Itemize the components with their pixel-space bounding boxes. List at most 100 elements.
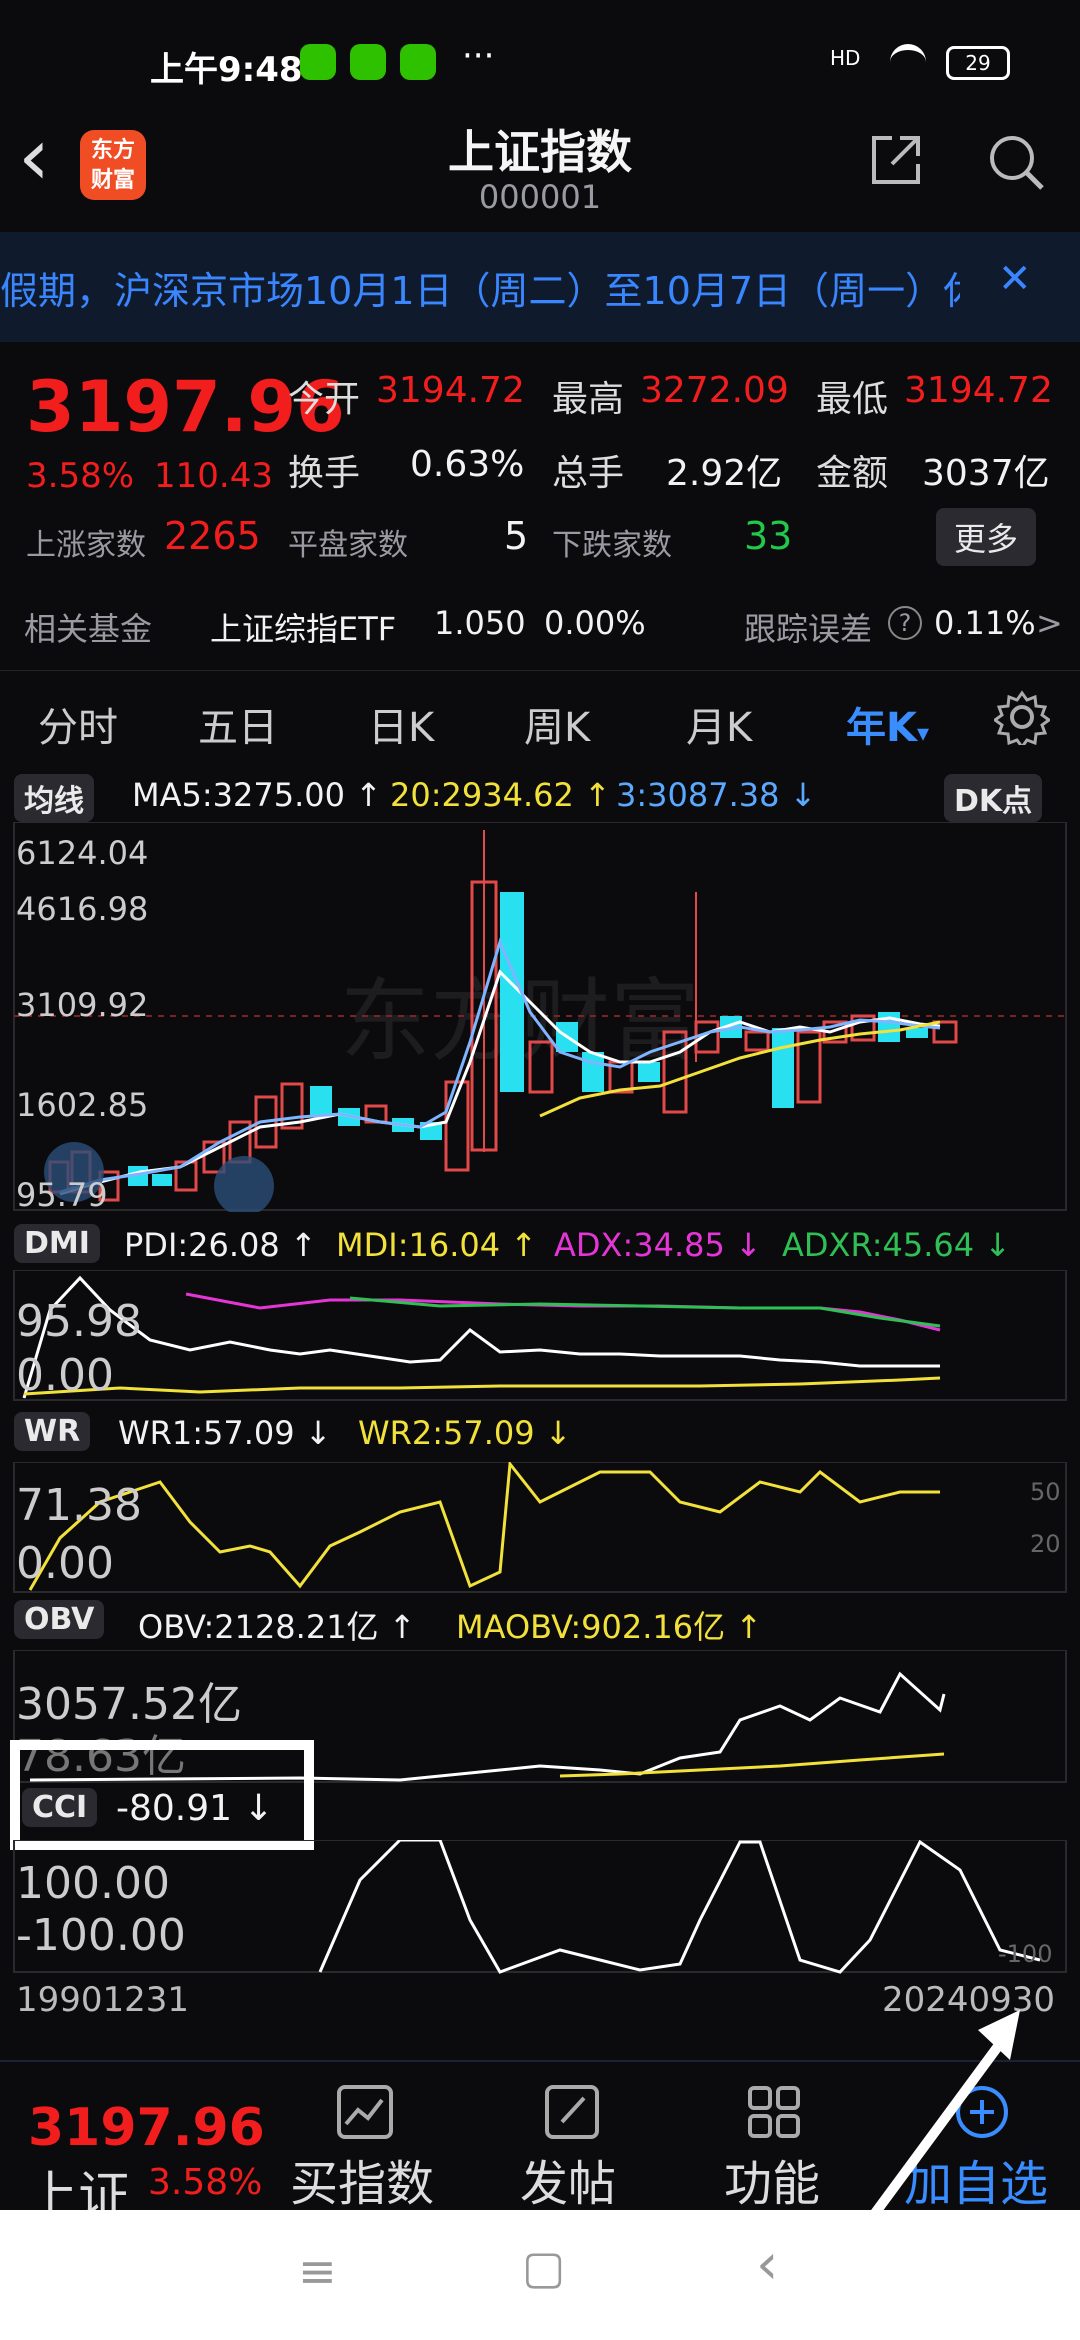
wechat-icon bbox=[400, 44, 436, 80]
dmi-y-low: 0.00 bbox=[16, 1350, 114, 1401]
cci-legend: CCI -80.91 ↓ bbox=[0, 1788, 600, 1838]
annotation-arrow bbox=[865, 2010, 1020, 2223]
pdi-text: PDI:26.08 bbox=[124, 1226, 280, 1264]
down-count: 33 bbox=[744, 514, 793, 558]
turnover-value: 0.63% bbox=[410, 444, 525, 485]
cci-selector[interactable]: CCI bbox=[22, 1788, 98, 1827]
y-label-5: 95.79 bbox=[16, 1176, 108, 1214]
menu-icon[interactable]: ≡ bbox=[298, 2244, 337, 2298]
obv-text: OBV:2128.21亿 bbox=[138, 1608, 379, 1646]
cci-ref: -100 bbox=[998, 1940, 1053, 1968]
up-arrow-icon: ↑ bbox=[584, 776, 611, 814]
amount-value: 3037亿 bbox=[922, 453, 1050, 494]
wr-ref-50: 50 bbox=[1030, 1478, 1061, 1506]
adxr-value: ADXR:45.64 ↓ bbox=[782, 1226, 1011, 1264]
up-arrow-icon: ↑ bbox=[510, 1226, 538, 1264]
ma20-text: 20:2934.62 bbox=[390, 776, 574, 814]
ma3-value: 3:3087.38 ↓ bbox=[616, 776, 816, 814]
up-arrow-icon: ↑ bbox=[355, 776, 382, 814]
wr-y-high: 71.38 bbox=[16, 1480, 142, 1531]
close-icon[interactable]: ✕ bbox=[998, 256, 1032, 302]
flat-count-label: 平盘家数 bbox=[288, 528, 408, 563]
dk-points-button[interactable]: DK点 bbox=[944, 774, 1043, 822]
period-tabs: 分时 五日 日K 周K 月K 年K▾ bbox=[0, 670, 1080, 765]
wr2-text: WR2:57.09 bbox=[358, 1414, 535, 1452]
ma3-text: 3:3087.38 bbox=[616, 776, 780, 814]
ma-selector[interactable]: 均线 bbox=[14, 774, 94, 822]
pdi-value: PDI:26.08 ↑ bbox=[124, 1226, 317, 1264]
maobv-text: MAOBV:902.16亿 bbox=[456, 1608, 726, 1646]
status-time: 上午9:48 bbox=[150, 50, 303, 90]
tab-daily-k[interactable]: 日K bbox=[368, 695, 434, 753]
up-arrow-icon: ↑ bbox=[289, 1226, 317, 1264]
tab-five-day[interactable]: 五日 bbox=[198, 695, 278, 753]
tab-yearly-k[interactable]: 年K▾ bbox=[846, 695, 929, 753]
home-icon[interactable]: ▢ bbox=[522, 2240, 565, 2294]
y-label-4: 1602.85 bbox=[16, 1086, 149, 1124]
ma20-value: 20:2934.62 ↑ bbox=[390, 776, 611, 814]
bottom-price: 3197.96 bbox=[28, 2098, 265, 2158]
x-axis-start: 19901231 bbox=[16, 1980, 190, 2020]
buy-index-button[interactable]: 买指数 bbox=[290, 2144, 434, 2214]
cci-chart[interactable]: 100.00 -100.00 -100 bbox=[0, 1840, 1080, 1974]
open-label: 今开 bbox=[288, 379, 361, 420]
up-count-label: 上涨家数 bbox=[26, 528, 146, 563]
kline-chart[interactable]: 东方财富 bbox=[0, 822, 1080, 1214]
notice-text: 假期，沪深京市场10月1日（周二）至10月7日（周一）休 bbox=[0, 269, 960, 313]
flat-count: 5 bbox=[504, 514, 529, 558]
amount-label: 金额 bbox=[816, 453, 889, 494]
turnover-label: 换手 bbox=[288, 453, 361, 494]
down-arrow-icon: ↓ bbox=[544, 1414, 572, 1452]
change-percent: 3.58% bbox=[26, 456, 135, 496]
mdi-value: MDI:16.04 ↑ bbox=[336, 1226, 537, 1264]
down-arrow-icon: ↓ bbox=[304, 1414, 332, 1452]
volume-label: 总手 bbox=[552, 453, 625, 494]
functions-button[interactable]: 功能 bbox=[724, 2144, 820, 2214]
share-icon[interactable] bbox=[866, 130, 926, 190]
low-value: 3194.72 bbox=[904, 370, 1053, 411]
tab-monthly-k[interactable]: 月K bbox=[686, 695, 752, 753]
post-button[interactable]: 发帖 bbox=[520, 2144, 616, 2214]
notice-banner[interactable]: 假期，沪深京市场10月1日（周二）至10月7日（周一）休 ✕ bbox=[0, 232, 1080, 342]
chevron-right-icon[interactable]: > bbox=[1036, 604, 1063, 642]
up-arrow-icon: ↑ bbox=[735, 1608, 763, 1646]
obv-legend: OBV OBV:2128.21亿 ↑ MAOBV:902.16亿 ↑ bbox=[0, 1598, 1080, 1648]
apps-icon[interactable] bbox=[746, 2084, 802, 2140]
quote-panel: 3197.96 3.58% 110.43 今开 3194.72 最高 3272.… bbox=[0, 350, 1080, 580]
caret-down-icon: ▾ bbox=[917, 719, 930, 747]
ma5-value: MA5:3275.00 ↑ bbox=[132, 776, 382, 814]
related-fund-row[interactable]: 相关基金 上证综指ETF 1.050 0.00% 跟踪误差 ? 0.11% > bbox=[0, 590, 1080, 670]
y-label-3: 3109.92 bbox=[16, 986, 149, 1024]
wr-chart[interactable]: 71.38 0.00 50 20 bbox=[0, 1462, 1080, 1594]
help-icon[interactable]: ? bbox=[888, 606, 922, 640]
back-nav-icon[interactable]: ‹ bbox=[756, 2232, 778, 2297]
dmi-chart[interactable]: 95.98 0.00 bbox=[0, 1270, 1080, 1402]
volume-value: 2.92亿 bbox=[666, 453, 783, 494]
obv-selector[interactable]: OBV bbox=[14, 1600, 105, 1639]
wechat-icon bbox=[350, 44, 386, 80]
adxr-text: ADXR:45.64 bbox=[782, 1226, 975, 1264]
tab-intraday[interactable]: 分时 bbox=[38, 695, 118, 753]
wr-selector[interactable]: WR bbox=[14, 1412, 91, 1451]
wr-y-low: 0.00 bbox=[16, 1538, 114, 1589]
settings-gear-icon[interactable] bbox=[994, 689, 1050, 745]
tab-weekly-k[interactable]: 周K bbox=[524, 695, 590, 753]
wr1-text: WR1:57.09 bbox=[118, 1414, 295, 1452]
chart-icon[interactable] bbox=[336, 2084, 394, 2140]
up-count: 2265 bbox=[164, 514, 261, 558]
fund-label: 相关基金 bbox=[24, 610, 153, 648]
edit-icon[interactable] bbox=[544, 2084, 600, 2140]
search-icon[interactable] bbox=[984, 130, 1048, 194]
status-bar: 上午9:48 ··· HD 29 bbox=[0, 0, 1080, 130]
fund-name: 上证综指ETF bbox=[210, 610, 397, 648]
cci-y-low: -100.00 bbox=[16, 1910, 186, 1961]
ma5-text: MA5:3275.00 bbox=[132, 776, 345, 814]
high-value: 3272.09 bbox=[640, 370, 789, 411]
dmi-selector[interactable]: DMI bbox=[14, 1224, 100, 1263]
cci-y-high: 100.00 bbox=[16, 1858, 170, 1909]
more-button[interactable]: 更多 bbox=[936, 508, 1037, 566]
wr1-value: WR1:57.09 ↓ bbox=[118, 1414, 332, 1452]
more-dots: ··· bbox=[462, 36, 495, 76]
adx-text: ADX:34.85 bbox=[554, 1226, 725, 1264]
change-amount: 110.43 bbox=[154, 456, 273, 496]
